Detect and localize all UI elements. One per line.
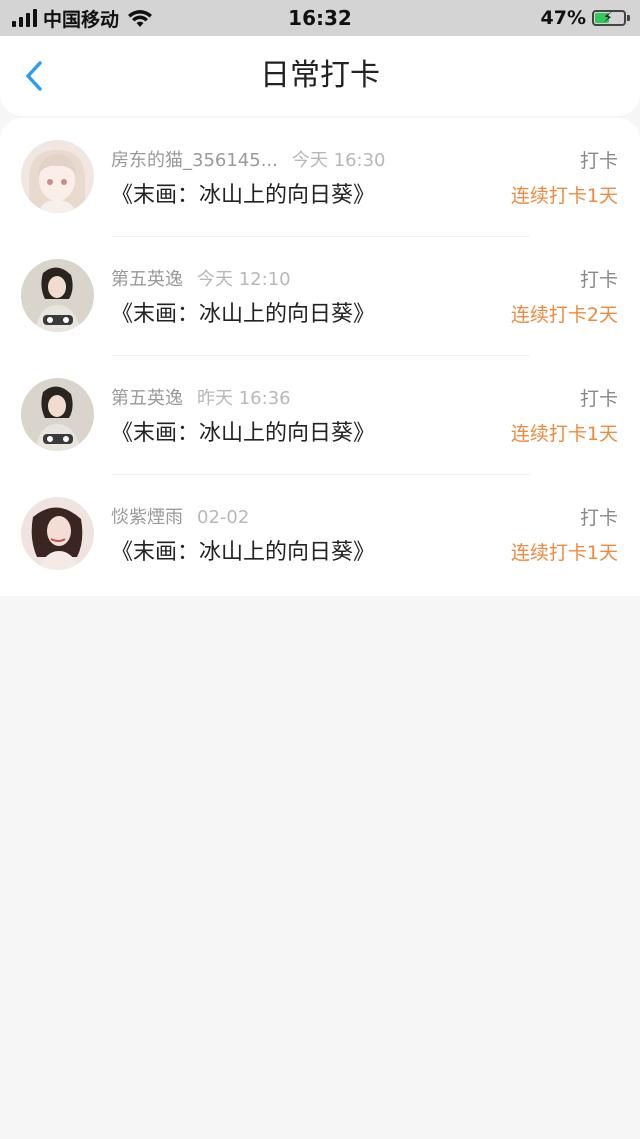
list-item[interactable]: 惔紫煙雨 02-02 《末画：冰山上的向日葵》 打卡 连续打卡1天: [0, 475, 640, 594]
status-right: 47% ⚡: [541, 4, 630, 32]
list-item[interactable]: 房东的猫_356145... 今天 16:30 《末画：冰山上的向日葵》 打卡 连…: [0, 118, 640, 237]
avatar[interactable]: [21, 140, 94, 213]
checkin-label: 打卡: [579, 269, 618, 291]
timestamp: 今天 16:30: [291, 150, 386, 171]
streak-badge: 连续打卡1天: [510, 185, 618, 207]
timestamp: 昨天 16:36: [197, 388, 291, 409]
username[interactable]: 惔紫煙雨: [111, 507, 183, 528]
checkin-label: 打卡: [579, 388, 618, 410]
item-meta: 第五英逸 今天 12:10: [111, 265, 291, 291]
avatar[interactable]: [21, 497, 94, 570]
charging-bolt-icon: ⚡: [603, 10, 613, 26]
book-title[interactable]: 《末画：冰山上的向日葵》: [111, 415, 375, 447]
list-item[interactable]: 第五英逸 今天 12:10 《末画：冰山上的向日葵》 打卡 连续打卡2天: [0, 237, 640, 356]
page-title: 日常打卡: [260, 58, 380, 93]
item-meta: 第五英逸 昨天 16:36: [111, 384, 291, 410]
item-meta: 房东的猫_356145... 今天 16:30: [111, 146, 386, 172]
item-meta: 惔紫煙雨 02-02: [111, 503, 249, 529]
battery-percent: 47%: [540, 7, 586, 29]
timestamp: 02-02: [197, 507, 250, 528]
avatar[interactable]: [21, 259, 94, 332]
book-title[interactable]: 《末画：冰山上的向日葵》: [111, 296, 375, 328]
checkin-list: 房东的猫_356145... 今天 16:30 《末画：冰山上的向日葵》 打卡 连…: [0, 118, 640, 596]
checkin-label: 打卡: [579, 150, 618, 172]
streak-badge: 连续打卡1天: [510, 423, 618, 445]
streak-badge: 连续打卡1天: [510, 542, 618, 564]
streak-badge: 连续打卡2天: [510, 304, 618, 326]
battery-cap: [627, 15, 630, 21]
list-item[interactable]: 第五英逸 昨天 16:36 《末画：冰山上的向日葵》 打卡 连续打卡1天: [0, 356, 640, 475]
battery-icon: ⚡: [592, 10, 626, 26]
book-title[interactable]: 《末画：冰山上的向日葵》: [111, 534, 375, 566]
username[interactable]: 房东的猫_356145...: [111, 150, 278, 171]
status-bar: 中国移动 16:32 47% ⚡: [0, 0, 640, 36]
navbar: 日常打卡: [0, 36, 640, 116]
username[interactable]: 第五英逸: [111, 388, 183, 409]
username[interactable]: 第五英逸: [111, 269, 183, 290]
book-title[interactable]: 《末画：冰山上的向日葵》: [111, 177, 375, 209]
avatar[interactable]: [21, 378, 94, 451]
checkin-label: 打卡: [579, 507, 618, 529]
timestamp: 今天 12:10: [197, 269, 291, 290]
